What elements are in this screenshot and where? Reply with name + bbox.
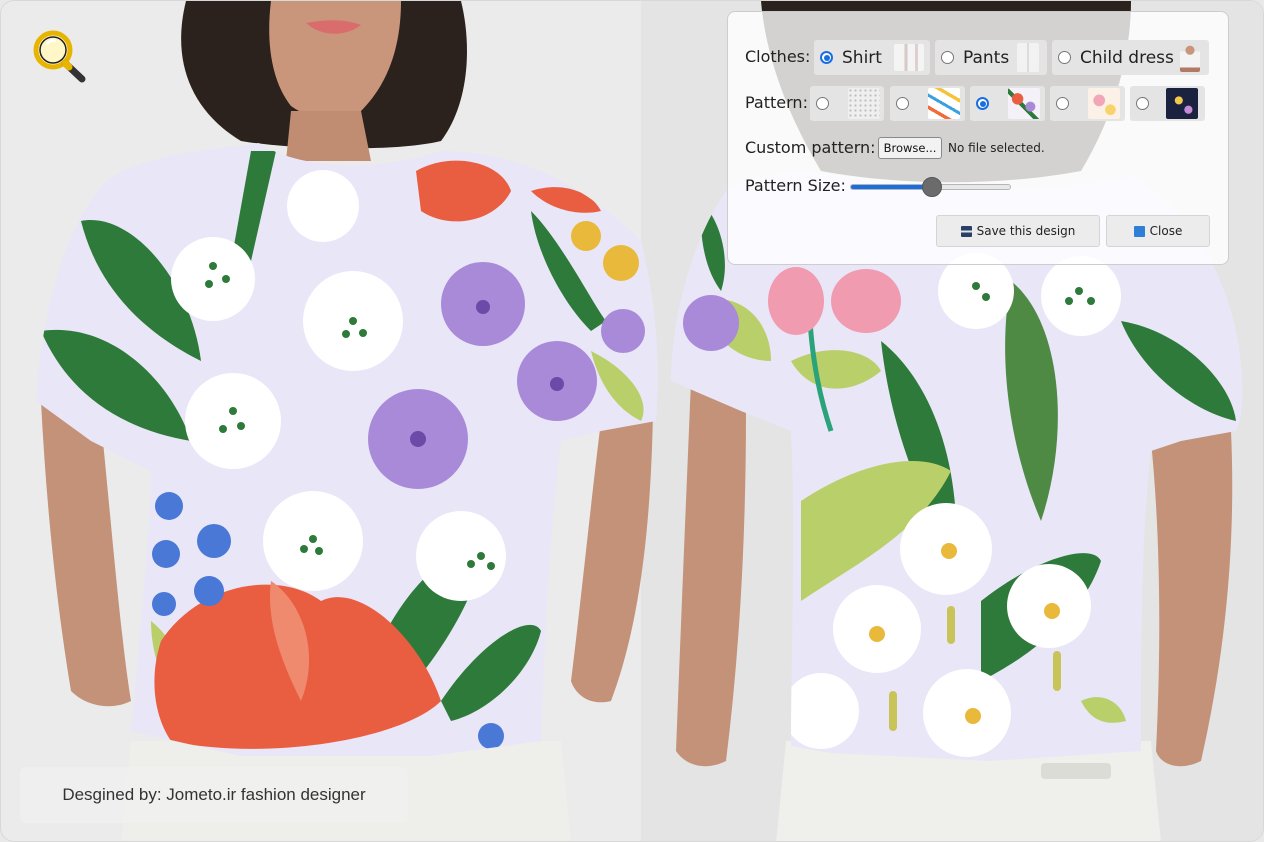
shirt-radio[interactable] (820, 51, 833, 64)
floral-pattern-thumbnail (1008, 88, 1040, 119)
close-label: Close (1149, 224, 1183, 238)
pattern-radio-floral[interactable] (976, 97, 989, 110)
clothes-label: Clothes: (745, 47, 811, 66)
pattern-radio-pastel-floral[interactable] (1056, 97, 1069, 110)
custom-pattern-label: Custom pattern: (745, 138, 876, 157)
app-window: Clothes: Shirt Pants Child dress Pattern… (0, 0, 1264, 842)
zoom-button[interactable] (20, 20, 102, 94)
pastel-floral-pattern-thumbnail (1088, 88, 1120, 119)
clothes-option-shirt[interactable]: Shirt (814, 40, 930, 75)
night-pattern-thumbnail (1166, 88, 1198, 119)
pattern-radio-dots[interactable] (816, 97, 829, 110)
pattern-option-floral[interactable] (970, 86, 1045, 121)
pants-radio[interactable] (941, 51, 954, 64)
save-design-button[interactable]: Save this design (936, 215, 1100, 247)
clothes-option-child-dress[interactable]: Child dress (1052, 40, 1209, 75)
dots-pattern-thumbnail (848, 88, 880, 119)
slider-fill (851, 185, 931, 189)
magnifier-icon (33, 30, 86, 83)
pattern-option-confetti[interactable] (890, 86, 965, 121)
pattern-option-pastel-floral[interactable] (1050, 86, 1125, 121)
close-button[interactable]: Close (1106, 215, 1210, 247)
child-dress-thumbnail (1180, 43, 1200, 72)
clothes-option-pants[interactable]: Pants (935, 40, 1047, 75)
save-design-label: Save this design (976, 224, 1076, 238)
close-arrow-icon (1133, 225, 1145, 237)
child-dress-option-label: Child dress (1080, 47, 1174, 68)
pattern-option-night[interactable] (1130, 86, 1205, 121)
pattern-radio-night[interactable] (1136, 97, 1149, 110)
pants-option-label: Pants (963, 47, 1010, 68)
pattern-size-slider[interactable] (850, 177, 1011, 197)
browse-button[interactable]: Browse... (878, 137, 942, 159)
child-dress-radio[interactable] (1058, 51, 1071, 64)
confetti-pattern-thumbnail (928, 88, 960, 119)
design-panel: Clothes: Shirt Pants Child dress Pattern… (727, 11, 1229, 265)
pattern-radio-confetti[interactable] (896, 97, 909, 110)
pattern-label: Pattern: (745, 93, 808, 112)
designer-credit: Desgined by: Jometo.ir fashion designer (20, 767, 408, 823)
file-status-text: No file selected. (948, 141, 1045, 155)
pattern-option-dots[interactable] (810, 86, 884, 121)
slider-thumb[interactable] (922, 177, 942, 197)
shirt-option-label: Shirt (842, 47, 882, 68)
shirt-thumbnail (894, 44, 924, 71)
pattern-size-label: Pattern Size: (745, 176, 846, 195)
floppy-disk-icon (960, 225, 972, 237)
pants-thumbnail (1017, 43, 1039, 72)
